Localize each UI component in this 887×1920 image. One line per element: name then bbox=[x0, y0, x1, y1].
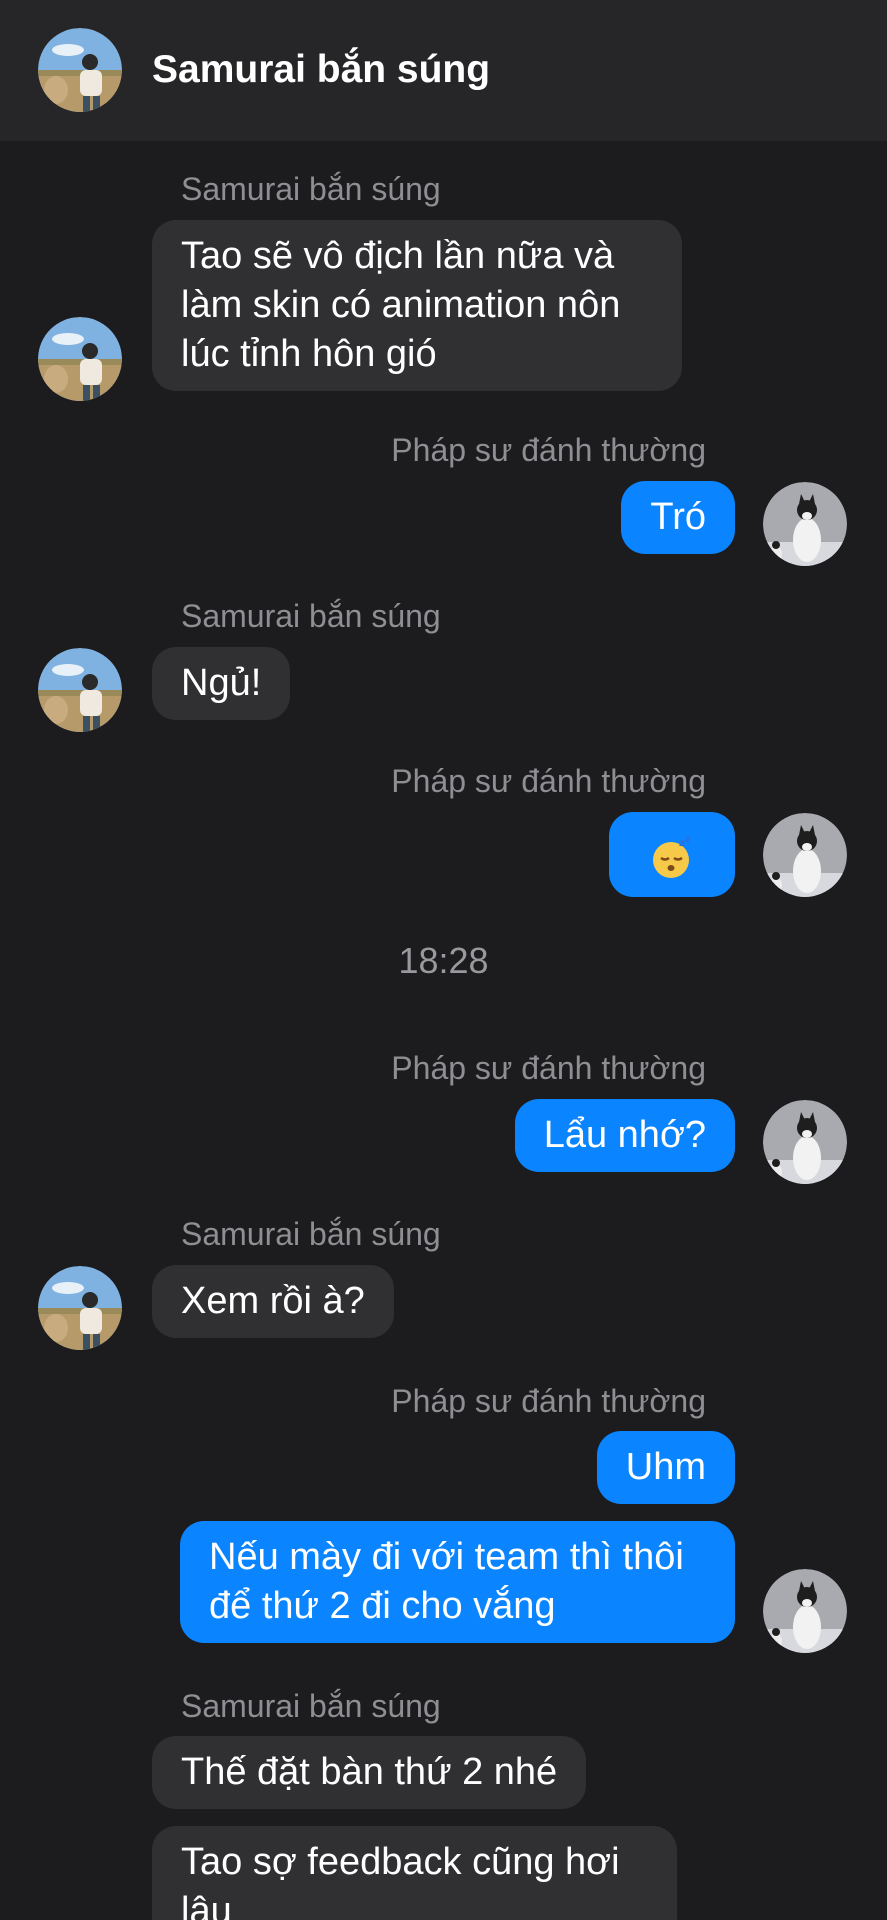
sender-name: Pháp sư đánh thường bbox=[391, 763, 706, 799]
message-bubble-incoming[interactable]: Tao sợ feedback cũng hơi lâu bbox=[152, 1826, 677, 1920]
message-text: Tró bbox=[650, 496, 706, 538]
message-text: Xem rồi à? bbox=[181, 1280, 365, 1322]
message-line: để thứ 2 đi cho vắng bbox=[209, 1585, 556, 1627]
message-text: Uhm bbox=[625, 1446, 706, 1488]
message-line: lâu bbox=[181, 1890, 232, 1920]
message-bubble-outgoing[interactable]: Lẩu nhớ? bbox=[514, 1099, 735, 1172]
sender-name: Pháp sư đánh thường bbox=[391, 432, 706, 468]
svg-text:z: z bbox=[685, 835, 690, 845]
message-bubble-outgoing[interactable]: z z bbox=[609, 812, 735, 897]
message-line: làm skin có animation nôn bbox=[181, 284, 621, 326]
sender-name: Samurai bắn súng bbox=[181, 1688, 441, 1724]
sender-avatar[interactable] bbox=[38, 1266, 122, 1350]
sender-avatar[interactable] bbox=[38, 648, 122, 732]
contact-avatar[interactable] bbox=[38, 28, 122, 112]
sender-name: Samurai bắn súng bbox=[181, 1216, 441, 1252]
sender-avatar[interactable] bbox=[763, 813, 847, 897]
chat-header: Samurai bắn súng bbox=[0, 0, 887, 141]
sleeping-face-emoji-icon: z z bbox=[653, 835, 690, 878]
message-line: Tao sẽ vô địch lần nữa và bbox=[181, 235, 615, 277]
sender-avatar[interactable] bbox=[763, 1100, 847, 1184]
message-bubble-incoming[interactable]: Xem rồi à? bbox=[152, 1265, 394, 1338]
sender-avatar[interactable] bbox=[763, 1569, 847, 1653]
message-text: Lẩu nhớ? bbox=[543, 1114, 706, 1156]
message-bubble-outgoing[interactable]: Tró bbox=[621, 481, 735, 554]
sender-name: Pháp sư đánh thường bbox=[391, 1383, 706, 1419]
message-text: Ngủ! bbox=[181, 662, 262, 704]
message-line: Nếu mày đi với team thì thôi bbox=[209, 1536, 684, 1578]
sender-avatar[interactable] bbox=[38, 317, 122, 401]
message-text: Thế đặt bàn thứ 2 nhé bbox=[181, 1751, 558, 1793]
sender-name: Samurai bắn súng bbox=[181, 171, 441, 207]
message-bubble-outgoing[interactable]: Nếu mày đi với team thì thôi để thứ 2 đi… bbox=[180, 1521, 735, 1643]
sender-name: Samurai bắn súng bbox=[181, 598, 441, 634]
timestamp: 18:28 bbox=[398, 940, 489, 981]
message-bubble-incoming[interactable]: Ngủ! bbox=[152, 647, 291, 720]
sender-name: Pháp sư đánh thường bbox=[391, 1050, 706, 1086]
sender-avatar[interactable] bbox=[763, 482, 847, 566]
message-bubble-incoming[interactable]: Thế đặt bàn thứ 2 nhé bbox=[152, 1736, 587, 1809]
chat-title[interactable]: Samurai bắn súng bbox=[152, 48, 490, 92]
message-line: lúc tỉnh hôn gió bbox=[181, 333, 437, 375]
message-bubble-incoming[interactable]: Tao sẽ vô địch lần nữa và làm skin có an… bbox=[152, 220, 682, 391]
message-bubble-outgoing[interactable]: Uhm bbox=[596, 1431, 735, 1504]
message-line: Tao sợ feedback cũng hơi bbox=[181, 1841, 620, 1883]
